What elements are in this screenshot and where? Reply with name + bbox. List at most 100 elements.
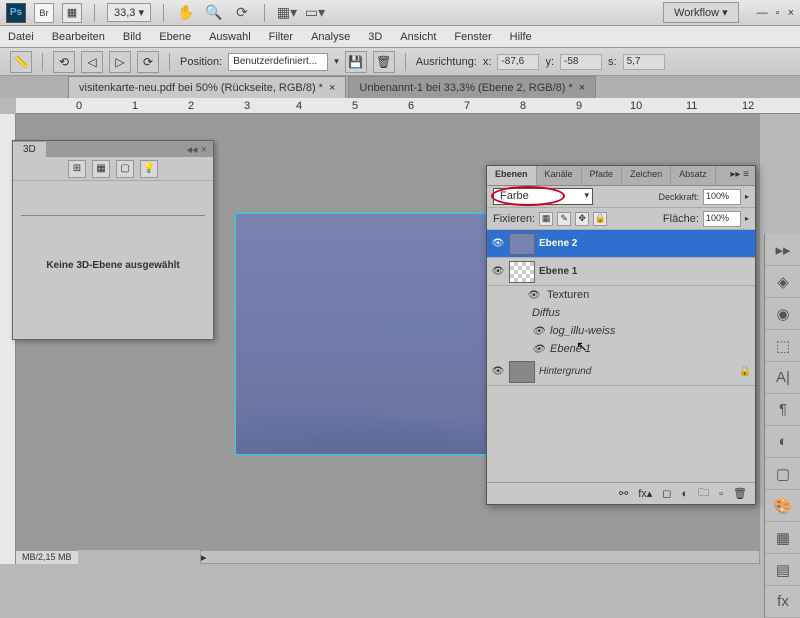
- 3d-mesh-icon[interactable]: ▦: [92, 160, 110, 178]
- layer-group-texturen[interactable]: 👁 Texturen: [487, 286, 755, 304]
- arrange-icon[interactable]: ▦▾: [277, 3, 297, 23]
- tab-absatz[interactable]: Absatz: [671, 166, 716, 185]
- visibility-icon[interactable]: 👁: [532, 344, 544, 355]
- tab-zeichen[interactable]: Zeichen: [622, 166, 671, 185]
- nav-first-icon[interactable]: ⟲: [53, 51, 75, 73]
- tab-kanaele[interactable]: Kanäle: [537, 166, 582, 185]
- panel-menu-icon[interactable]: ▸▸ ≡: [724, 166, 755, 185]
- lock-label: Fixieren:: [493, 213, 535, 225]
- texture-ebene1[interactable]: 👁 Ebene 1: [487, 340, 755, 358]
- delete-icon[interactable]: 🗑: [373, 51, 395, 73]
- fill-label: Fläche:: [663, 213, 699, 225]
- layer-thumb[interactable]: [509, 233, 535, 255]
- menu-analyse[interactable]: Analyse: [311, 31, 350, 43]
- ruler-tool-icon[interactable]: 📏: [10, 51, 32, 73]
- blend-mode-select[interactable]: Farbe: [493, 188, 593, 205]
- close-icon[interactable]: ×: [788, 7, 794, 19]
- minimize-icon[interactable]: —: [757, 7, 768, 19]
- menu-fenster[interactable]: Fenster: [454, 31, 491, 43]
- s-field[interactable]: [623, 54, 665, 70]
- layer-ebene1[interactable]: 👁 Ebene 1: [487, 258, 755, 286]
- doc-tab-2[interactable]: Unbenannt-1 bei 33,3% (Ebene 2, RGB/8) *…: [348, 76, 596, 98]
- panel-collapse-icon[interactable]: ◂◂ ×: [180, 143, 213, 156]
- layer-thumb[interactable]: [509, 261, 535, 283]
- position-field[interactable]: [228, 53, 328, 71]
- fill-field[interactable]: 100%: [703, 211, 741, 227]
- visibility-icon[interactable]: 👁: [527, 290, 541, 301]
- workspace-selector[interactable]: Workflow ▾: [663, 2, 739, 23]
- zoom-icon[interactable]: 🔍: [204, 3, 224, 23]
- bridge-icon[interactable]: Br: [34, 3, 54, 23]
- tab-ebenen[interactable]: Ebenen: [487, 166, 537, 185]
- fx-icon[interactable]: fx▴: [638, 487, 652, 500]
- hand-icon[interactable]: ✋: [176, 3, 196, 23]
- position-label: Position:: [180, 56, 222, 68]
- x-field[interactable]: [497, 54, 539, 70]
- menu-filter[interactable]: Filter: [269, 31, 293, 43]
- menu-3d[interactable]: 3D: [368, 31, 382, 43]
- menu-datei[interactable]: Datei: [8, 31, 34, 43]
- y-field[interactable]: [560, 54, 602, 70]
- ausrichtung-label: Ausrichtung:: [416, 56, 477, 68]
- visibility-icon[interactable]: 👁: [491, 238, 505, 249]
- dock-paragraph-icon[interactable]: ¶: [765, 394, 800, 426]
- 3d-light-icon[interactable]: 💡: [140, 160, 158, 178]
- texture-diffus[interactable]: Diffus: [487, 304, 755, 322]
- menu-ansicht[interactable]: Ansicht: [400, 31, 436, 43]
- layer-hintergrund[interactable]: 👁 Hintergrund 🔒: [487, 358, 755, 386]
- dock-styles-icon[interactable]: ▦: [765, 522, 800, 554]
- texture-logo[interactable]: 👁 log_illu-weiss: [487, 322, 755, 340]
- close-tab-icon[interactable]: ×: [329, 82, 335, 94]
- adjustment-icon[interactable]: ◐: [681, 488, 688, 500]
- lock-position-icon[interactable]: ✥: [575, 212, 589, 226]
- dock-adjust-icon[interactable]: ◐: [765, 426, 800, 458]
- close-tab-icon[interactable]: ×: [579, 82, 585, 94]
- layer-ebene2[interactable]: 👁 Ebene 2: [487, 230, 755, 258]
- nav-prev-icon[interactable]: ◁: [81, 51, 103, 73]
- save-icon[interactable]: 💾: [345, 51, 367, 73]
- tab-3d[interactable]: 3D: [13, 142, 46, 157]
- nav-next-icon[interactable]: ▷: [109, 51, 131, 73]
- maximize-icon[interactable]: ▫: [776, 7, 780, 19]
- dock-info-icon[interactable]: ▤: [765, 554, 800, 586]
- menu-bild[interactable]: Bild: [123, 31, 141, 43]
- tab-pfade[interactable]: Pfade: [582, 166, 623, 185]
- visibility-icon[interactable]: 👁: [532, 326, 544, 337]
- dock-crop-icon[interactable]: ⬚: [765, 330, 800, 362]
- menu-bearbeiten[interactable]: Bearbeiten: [52, 31, 105, 43]
- menu-hilfe[interactable]: Hilfe: [510, 31, 532, 43]
- menu-ebene[interactable]: Ebene: [159, 31, 191, 43]
- lock-icon: 🔒: [739, 366, 751, 377]
- dock-fx-icon[interactable]: fx: [765, 586, 800, 618]
- right-dock: ▸▸ ◈ ◉ ⬚ A| ¶ ◐ ▢ 🎨 ▦ ▤ fx: [764, 234, 800, 618]
- dock-swatches-icon[interactable]: 🎨: [765, 490, 800, 522]
- lock-pixels-icon[interactable]: ✎: [557, 212, 571, 226]
- visibility-icon[interactable]: 👁: [491, 366, 505, 377]
- visibility-icon[interactable]: 👁: [491, 266, 505, 277]
- menu-auswahl[interactable]: Auswahl: [209, 31, 251, 43]
- dock-text-icon[interactable]: A|: [765, 362, 800, 394]
- link-layers-icon[interactable]: ⚯: [619, 487, 628, 500]
- dock-mask-icon[interactable]: ▢: [765, 458, 800, 490]
- dock-expand-icon[interactable]: ▸▸: [765, 234, 800, 266]
- rotate-icon[interactable]: ⟳: [232, 3, 252, 23]
- dock-channels-icon[interactable]: ◉: [765, 298, 800, 330]
- screen-icon[interactable]: ▭▾: [305, 3, 325, 23]
- lock-transparent-icon[interactable]: ▦: [539, 212, 553, 226]
- lock-all-icon[interactable]: 🔒: [593, 212, 607, 226]
- 3d-scene-icon[interactable]: ⊞: [68, 160, 86, 178]
- zoom-level[interactable]: 33,3 ▾: [107, 3, 151, 22]
- group-icon[interactable]: 🗀: [698, 484, 709, 503]
- artboard[interactable]: [236, 214, 506, 454]
- opacity-field[interactable]: 100%: [703, 189, 741, 205]
- doc-tab-1[interactable]: visitenkarte-neu.pdf bei 50% (Rückseite,…: [68, 76, 346, 98]
- new-layer-icon[interactable]: ▫: [719, 488, 723, 500]
- mask-icon[interactable]: ◻: [662, 487, 671, 500]
- 3d-material-icon[interactable]: ▢: [116, 160, 134, 178]
- trash-icon[interactable]: 🗑: [733, 487, 747, 500]
- dock-layers-icon[interactable]: ◈: [765, 266, 800, 298]
- scrollbar-horizontal[interactable]: ▸: [200, 550, 760, 564]
- nav-last-icon[interactable]: ⟳: [137, 51, 159, 73]
- layer-thumb[interactable]: [509, 361, 535, 383]
- minibridge-icon[interactable]: ▦: [62, 3, 82, 23]
